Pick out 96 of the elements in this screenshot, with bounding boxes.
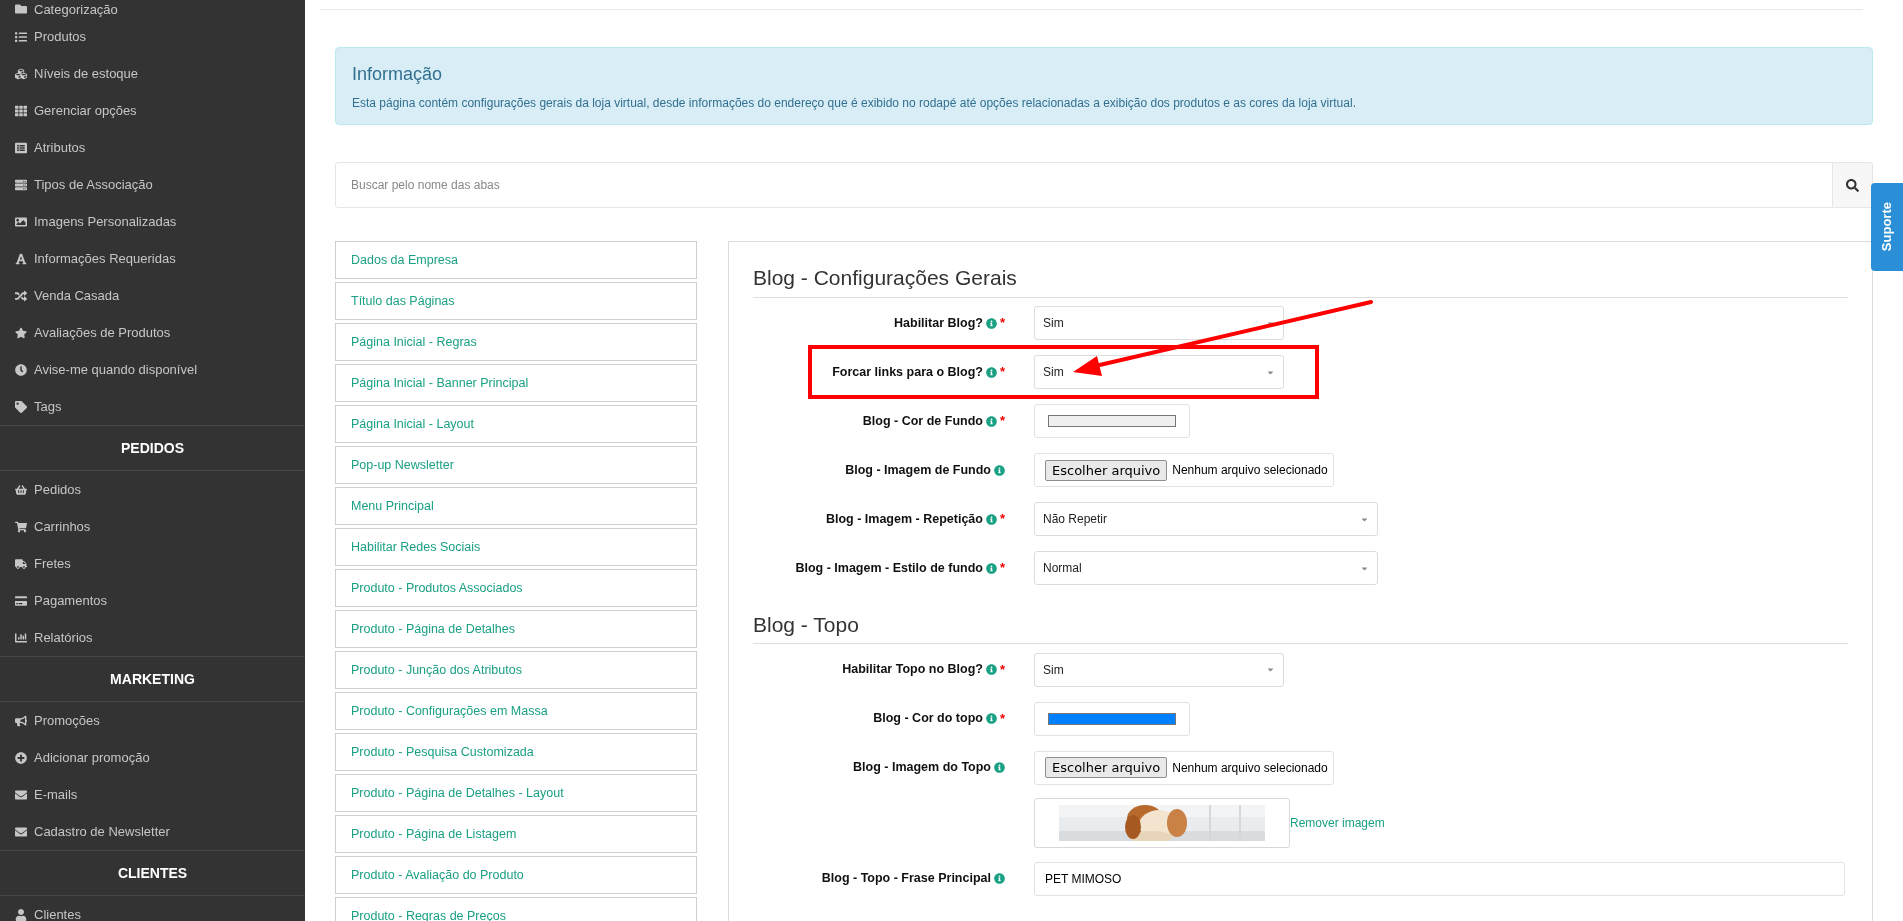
sidebar-item[interactable]: Categorização xyxy=(0,0,305,18)
sidebar-item[interactable]: Carrinhos xyxy=(0,508,305,545)
required-mark: * xyxy=(999,412,1005,431)
field-label: Habilitar Blog? xyxy=(894,314,983,332)
sidebar-item[interactable]: Imagens Personalizadas xyxy=(0,203,305,240)
font-icon xyxy=(15,252,27,265)
sidebar-item[interactable]: Informações Requeridas xyxy=(0,240,305,277)
star-icon xyxy=(15,326,27,339)
grid-icon xyxy=(15,104,27,117)
field-label: Forcar links para o Blog? xyxy=(832,363,983,381)
search-field[interactable]: Buscar pelo nome das abas xyxy=(335,162,1833,208)
required-mark: * xyxy=(999,559,1005,578)
sidebar-item[interactable]: Atributos xyxy=(0,129,305,166)
select-field[interactable]: Normal xyxy=(1034,551,1378,585)
info-icon[interactable] xyxy=(985,513,997,525)
select-field[interactable]: Sim xyxy=(1034,306,1284,340)
file-field[interactable]: Escolher arquivo Nenhum arquivo selecionado xyxy=(1034,750,1334,785)
sidebar-item[interactable]: Avaliações de Produtos xyxy=(0,314,305,351)
sidebar-item[interactable]: Avise-me quando disponível xyxy=(0,351,305,388)
select-field[interactable]: Sim xyxy=(1034,652,1284,687)
file-status: Nenhum arquivo selecionado xyxy=(1172,462,1328,479)
truck-icon xyxy=(15,557,27,570)
sidebar-item[interactable]: Produtos xyxy=(0,18,305,55)
choose-file-button[interactable]: Escolher arquivo xyxy=(1045,459,1168,481)
info-icon[interactable] xyxy=(994,464,1005,476)
user-icon xyxy=(15,908,27,921)
info-text: Esta página contém configurações gerais da loja virtual, desde informações do endereço que é exibido no rodapé até opções relacionadas a exibição dos produtos e as cores da loja virtual. xyxy=(352,95,1357,112)
shuffle-icon xyxy=(15,289,27,302)
field-label: Blog - Topo - Frase Principal xyxy=(821,870,991,888)
text-field[interactable]: PET MIMOSO xyxy=(1034,861,1845,896)
sidebar-item[interactable]: Adicionar promoção xyxy=(0,739,305,776)
sidebar-item[interactable]: Pagamentos xyxy=(0,582,305,619)
field-label: Blog - Imagem - Repetição xyxy=(825,510,983,528)
sidebar-section-title: CLIENTES xyxy=(117,863,188,883)
info-icon[interactable] xyxy=(985,366,997,378)
field-label: Blog - Cor de Fundo xyxy=(862,412,983,430)
credit-card-icon xyxy=(15,594,27,607)
search-icon xyxy=(1846,178,1859,192)
required-mark: * xyxy=(999,314,1005,333)
envelope-icon xyxy=(15,788,27,801)
info-icon[interactable] xyxy=(994,873,1005,884)
cart-icon xyxy=(15,520,27,533)
server-icon xyxy=(15,178,27,191)
envelope-icon xyxy=(15,825,27,838)
required-mark: * xyxy=(999,363,1005,382)
list-icon xyxy=(15,141,27,154)
sidebar-item[interactable]: Promoções xyxy=(0,702,305,739)
sidebar-item[interactable]: Clientes xyxy=(0,896,305,921)
clock-icon xyxy=(15,363,27,376)
sidebar-item[interactable]: E-mails xyxy=(0,776,305,813)
field-label: Blog - Imagem de Fundo xyxy=(845,461,991,479)
select-field[interactable]: Sim xyxy=(1034,355,1284,389)
bar-chart-icon xyxy=(15,631,27,644)
folder-icon xyxy=(15,3,27,15)
field-label: Blog - Imagem do Topo xyxy=(853,759,991,777)
sidebar-item[interactable]: Pedidos xyxy=(0,471,305,508)
required-mark: * xyxy=(999,510,1005,529)
required-mark: * xyxy=(999,709,1005,728)
file-status: Nenhum arquivo selecionado xyxy=(1172,759,1328,777)
file-field[interactable]: Escolher arquivo Nenhum arquivo selecionado xyxy=(1034,453,1334,487)
search-button[interactable] xyxy=(1833,162,1873,208)
section-title: Blog - Configurações Gerais xyxy=(753,262,1848,298)
sidebar-item[interactable]: Fretes xyxy=(0,545,305,582)
info-title: Informação xyxy=(352,63,444,86)
support-tab[interactable]: Suporte xyxy=(1871,183,1903,271)
sidebar-item[interactable]: Tags xyxy=(0,388,305,425)
sidebar-section-title: PEDIDOS xyxy=(121,438,184,458)
color-field[interactable] xyxy=(1034,404,1190,438)
sidebar-item[interactable]: Relatórios xyxy=(0,619,305,656)
cubes-icon xyxy=(15,67,27,80)
select-field[interactable]: Não Repetir xyxy=(1034,502,1378,536)
caret-icon xyxy=(1266,665,1275,674)
image-icon xyxy=(15,215,27,228)
info-icon[interactable] xyxy=(985,713,997,724)
info-icon[interactable] xyxy=(985,415,997,427)
sidebar-section-title: MARKETING xyxy=(110,669,195,689)
field-label: Habilitar Topo no Blog? xyxy=(842,661,983,679)
sidebar-item[interactable]: Cadastro de Newsletter xyxy=(0,813,305,850)
sidebar-item[interactable]: Gerenciar opções xyxy=(0,92,305,129)
info-icon[interactable] xyxy=(994,762,1005,773)
choose-file-button[interactable]: Escolher arquivo xyxy=(1045,757,1168,778)
sidebar-item[interactable]: Venda Casada xyxy=(0,277,305,314)
field-label: Blog - Cor do topo xyxy=(873,710,983,728)
info-icon[interactable] xyxy=(985,562,997,574)
megaphone-icon xyxy=(15,714,27,727)
info-icon[interactable] xyxy=(985,317,997,329)
tag-icon xyxy=(15,400,27,413)
section-title: Blog - Topo xyxy=(753,608,1848,644)
color-field[interactable] xyxy=(1034,701,1190,736)
field-label: Blog - Imagem - Estilo de fundo xyxy=(795,559,983,577)
list-icon xyxy=(15,30,27,43)
sidebar-item[interactable]: Tipos de Associação xyxy=(0,166,305,203)
required-mark: * xyxy=(999,660,1005,679)
sidebar-item[interactable]: Níveis de estoque xyxy=(0,55,305,92)
basket-icon xyxy=(15,483,27,496)
info-icon[interactable] xyxy=(985,664,997,675)
